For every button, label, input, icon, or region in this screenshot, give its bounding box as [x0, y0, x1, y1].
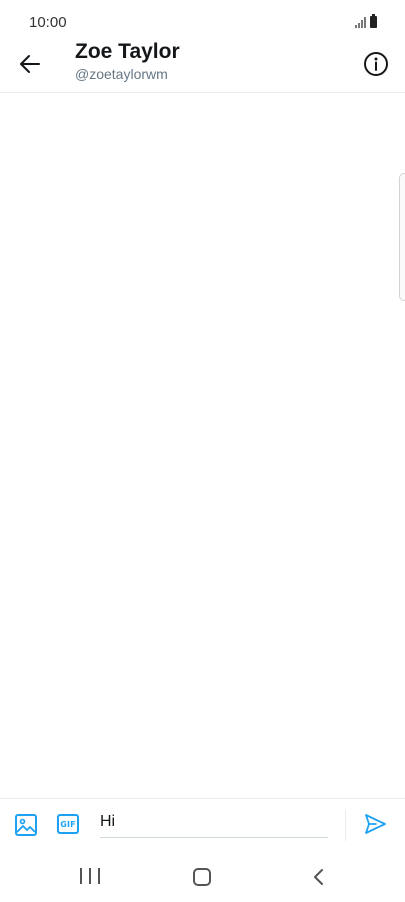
- image-icon: [15, 814, 37, 836]
- add-image-button[interactable]: [14, 813, 38, 837]
- signal-icon: [355, 16, 366, 28]
- gif-icon: GIF: [57, 814, 79, 834]
- recent-apps-icon[interactable]: [80, 868, 100, 886]
- home-icon[interactable]: [193, 868, 211, 886]
- status-time: 10:00: [29, 14, 67, 31]
- composer-divider: [345, 809, 346, 841]
- contact-name: Zoe Taylor: [75, 40, 180, 63]
- info-button[interactable]: [361, 49, 391, 79]
- back-button[interactable]: [14, 48, 46, 80]
- contact-handle: @zoetaylorwm: [75, 66, 168, 82]
- edge-panel-handle[interactable]: [399, 173, 405, 301]
- add-gif-button[interactable]: GIF: [57, 814, 81, 836]
- send-icon: [365, 814, 386, 834]
- nav-back-icon[interactable]: [309, 868, 327, 886]
- message-list[interactable]: [0, 93, 405, 798]
- arrow-left-icon: [20, 55, 40, 73]
- message-composer: GIF: [0, 798, 405, 851]
- battery-icon: [370, 14, 377, 28]
- message-input[interactable]: [100, 807, 328, 838]
- send-button[interactable]: [362, 811, 388, 837]
- status-icons: [355, 14, 377, 28]
- conversation-header: Zoe Taylor @zoetaylorwm: [0, 34, 405, 93]
- info-circle-icon: [364, 52, 388, 76]
- system-nav-bar: [0, 852, 405, 902]
